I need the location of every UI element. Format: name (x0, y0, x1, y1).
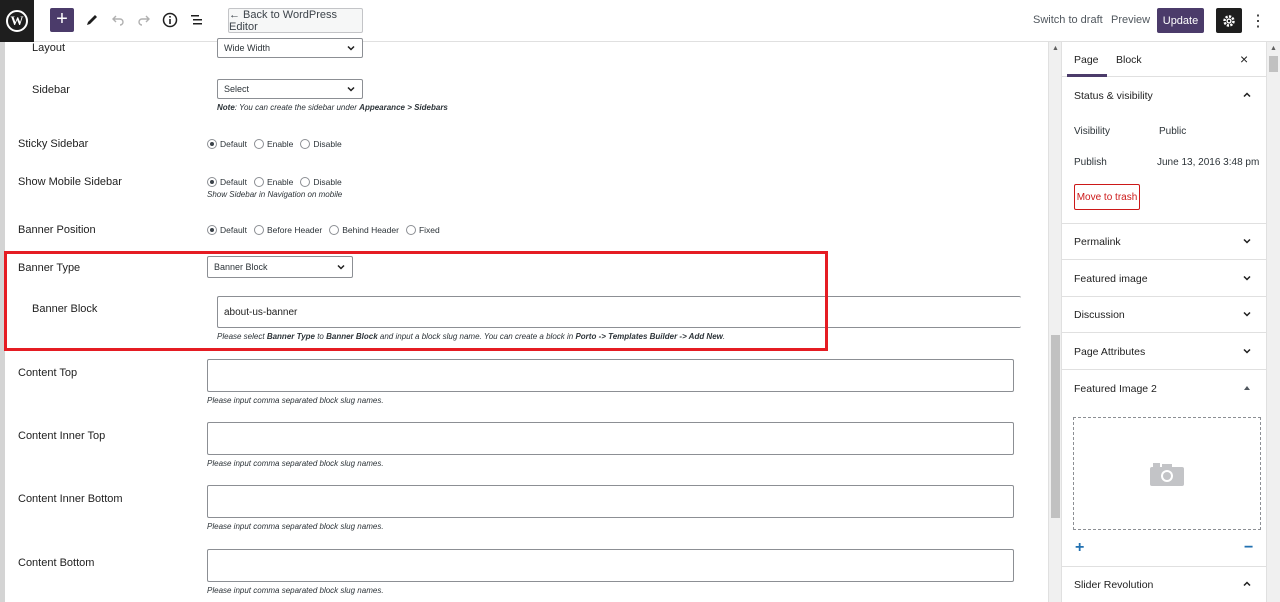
tab-page[interactable]: Page (1074, 54, 1099, 66)
content-bottom-input[interactable] (207, 549, 1014, 582)
banner-position-label: Banner Position (18, 224, 96, 236)
move-to-trash-button[interactable]: Move to trash (1074, 184, 1140, 210)
scroll-up-arrow-icon[interactable]: ▲ (1270, 45, 1277, 52)
mobile-sidebar-note: Show Sidebar in Navigation on mobile (207, 190, 343, 199)
tab-block[interactable]: Block (1116, 54, 1142, 66)
sidebar-note: Note: You can create the sidebar under A… (217, 103, 448, 112)
remove-image-icon[interactable]: − (1244, 539, 1253, 557)
discussion-panel[interactable]: Discussion (1062, 297, 1266, 333)
mobile-disable-radio[interactable]: Disable (300, 177, 342, 187)
content-inner-bottom-input[interactable] (207, 485, 1014, 518)
mobile-enable-radio[interactable]: Enable (253, 177, 293, 187)
active-tab-indicator (1067, 74, 1107, 77)
back-to-editor-button[interactable]: ← Back to WordPress Editor (228, 8, 363, 33)
publish-label: Publish (1074, 157, 1107, 168)
more-options-icon[interactable]: ⋮ (1250, 11, 1266, 31)
editor-toolbar: W + ← Back to WordPress Editor Switch to… (0, 0, 1280, 42)
camera-icon (1150, 462, 1184, 486)
content-inner-top-input[interactable] (207, 422, 1014, 455)
page-attributes-panel[interactable]: Page Attributes (1062, 334, 1266, 370)
edit-pencil-icon[interactable] (82, 10, 102, 30)
chevron-up-icon (1243, 581, 1251, 587)
featured-image-2-placeholder[interactable] (1073, 417, 1261, 530)
sidebar-label: Sidebar (32, 84, 70, 96)
slider-revolution-panel[interactable]: Slider Revolution (1062, 567, 1266, 602)
featured-image-2-panel[interactable]: Featured Image 2 (1062, 371, 1266, 407)
sticky-disable-radio[interactable]: Disable (300, 139, 342, 149)
sidebar-scrollbar-thumb[interactable] (1269, 56, 1278, 72)
content-inner-top-label: Content Inner Top (18, 430, 106, 442)
sticky-sidebar-radios: Default Enable Disable (207, 139, 349, 149)
content-bottom-note: Please input comma separated block slug … (207, 586, 384, 595)
main-scrollbar-thumb[interactable] (1051, 335, 1060, 518)
visibility-value[interactable]: Public (1159, 126, 1186, 137)
settings-sidebar: Page Block × Status & visibility Visibil… (1062, 42, 1266, 602)
close-icon[interactable]: × (1240, 51, 1248, 67)
mobile-default-radio[interactable]: Default (207, 177, 247, 187)
content-top-input[interactable] (207, 359, 1014, 392)
chevron-down-icon (347, 45, 355, 51)
content-inner-bottom-label: Content Inner Bottom (18, 493, 123, 505)
featured-image-panel[interactable]: Featured image (1062, 261, 1266, 297)
mobile-sidebar-label: Show Mobile Sidebar (18, 176, 122, 188)
content-inner-bottom-note: Please input comma separated block slug … (207, 522, 384, 531)
banner-position-radios: Default Before Header Behind Header Fixe… (207, 225, 447, 235)
content-top-note: Please input comma separated block slug … (207, 396, 384, 405)
settings-gear-icon[interactable] (1216, 8, 1242, 33)
scroll-up-arrow-icon[interactable]: ▲ (1052, 45, 1059, 52)
banner-default-radio[interactable]: Default (207, 225, 247, 235)
layout-select[interactable]: Wide Width (217, 38, 363, 58)
highlight-box (4, 251, 828, 351)
mobile-sidebar-radios: Default Enable Disable (207, 177, 349, 187)
redo-icon[interactable] (134, 10, 154, 30)
chevron-up-icon (1243, 92, 1251, 98)
add-image-icon[interactable]: + (1075, 539, 1084, 557)
add-block-button[interactable]: + (50, 8, 74, 32)
permalink-panel[interactable]: Permalink (1062, 224, 1266, 260)
status-visibility-panel[interactable]: Status & visibility (1062, 78, 1266, 114)
info-icon[interactable] (160, 10, 180, 30)
chevron-down-icon (1243, 275, 1251, 281)
banner-fixed-radio[interactable]: Fixed (405, 225, 440, 235)
sticky-default-radio[interactable]: Default (207, 139, 247, 149)
main-scrollbar[interactable]: ▲ (1048, 42, 1062, 602)
undo-icon[interactable] (108, 10, 128, 30)
update-button[interactable]: Update (1157, 8, 1204, 33)
chevron-down-icon (1243, 238, 1251, 244)
preview-button[interactable]: Preview (1111, 14, 1150, 26)
chevron-down-icon (1243, 348, 1251, 354)
publish-date[interactable]: June 13, 2016 3:48 pm (1157, 157, 1259, 168)
banner-before-header-radio[interactable]: Before Header (253, 225, 322, 235)
content-bottom-label: Content Bottom (18, 557, 95, 569)
chevron-down-icon (347, 86, 355, 92)
sidebar-scrollbar[interactable]: ▲ (1266, 42, 1280, 602)
list-view-icon[interactable] (187, 10, 207, 30)
sticky-sidebar-label: Sticky Sidebar (18, 138, 89, 150)
switch-to-draft-button[interactable]: Switch to draft (1033, 14, 1103, 26)
chevron-down-icon (1243, 311, 1251, 317)
visibility-label: Visibility (1074, 126, 1110, 137)
content-top-label: Content Top (18, 367, 78, 379)
content-inner-top-note: Please input comma separated block slug … (207, 459, 384, 468)
triangle-up-icon (1244, 386, 1250, 390)
banner-behind-header-radio[interactable]: Behind Header (329, 225, 399, 235)
sidebar-tabs: Page Block × (1062, 42, 1266, 77)
sticky-enable-radio[interactable]: Enable (253, 139, 293, 149)
sidebar-select[interactable]: Select (217, 79, 363, 99)
layout-label: Layout (32, 42, 66, 54)
wordpress-logo-icon[interactable]: W (0, 0, 34, 42)
